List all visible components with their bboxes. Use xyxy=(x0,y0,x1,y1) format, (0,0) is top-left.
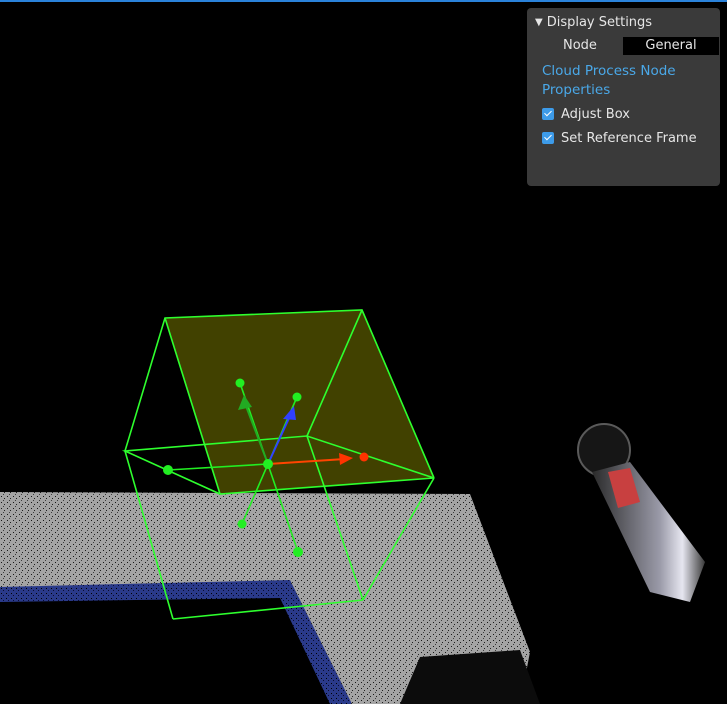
x-pos-handle[interactable] xyxy=(359,452,369,462)
y-neg-handle[interactable] xyxy=(293,547,303,557)
x-neg-handle[interactable] xyxy=(163,465,173,475)
set-reference-frame-label: Set Reference Frame xyxy=(561,131,697,146)
dark-object-point-cloud xyxy=(400,650,540,704)
display-settings-panel: ▼ Display Settings Node General Cloud Pro… xyxy=(527,8,720,186)
z-neg-handle[interactable] xyxy=(237,519,247,529)
adjust-box-checkbox[interactable] xyxy=(542,108,554,120)
display-settings-title: Display Settings xyxy=(546,15,653,30)
box-top-face[interactable] xyxy=(165,310,434,494)
gizmo-center-handle[interactable] xyxy=(263,459,273,469)
y-pos-handle[interactable] xyxy=(235,378,245,388)
node-label: Node xyxy=(563,38,597,53)
adjust-box-option[interactable]: Adjust Box xyxy=(542,106,630,124)
display-settings-header[interactable]: ▼ Display Settings xyxy=(535,14,652,32)
container-interior xyxy=(0,598,330,704)
triangle-down-icon[interactable]: ▼ xyxy=(535,14,543,32)
bottle-point-cloud xyxy=(577,423,705,602)
set-reference-frame-checkbox[interactable] xyxy=(542,132,554,144)
node-value-field[interactable]: General xyxy=(623,37,719,55)
set-reference-frame-option[interactable]: Set Reference Frame xyxy=(542,130,697,148)
z-pos-handle[interactable] xyxy=(292,392,302,402)
node-row: Node General xyxy=(527,36,720,56)
cloud-process-node-properties-link[interactable]: Cloud Process Node Properties xyxy=(542,62,712,100)
adjust-box-label: Adjust Box xyxy=(561,107,630,122)
